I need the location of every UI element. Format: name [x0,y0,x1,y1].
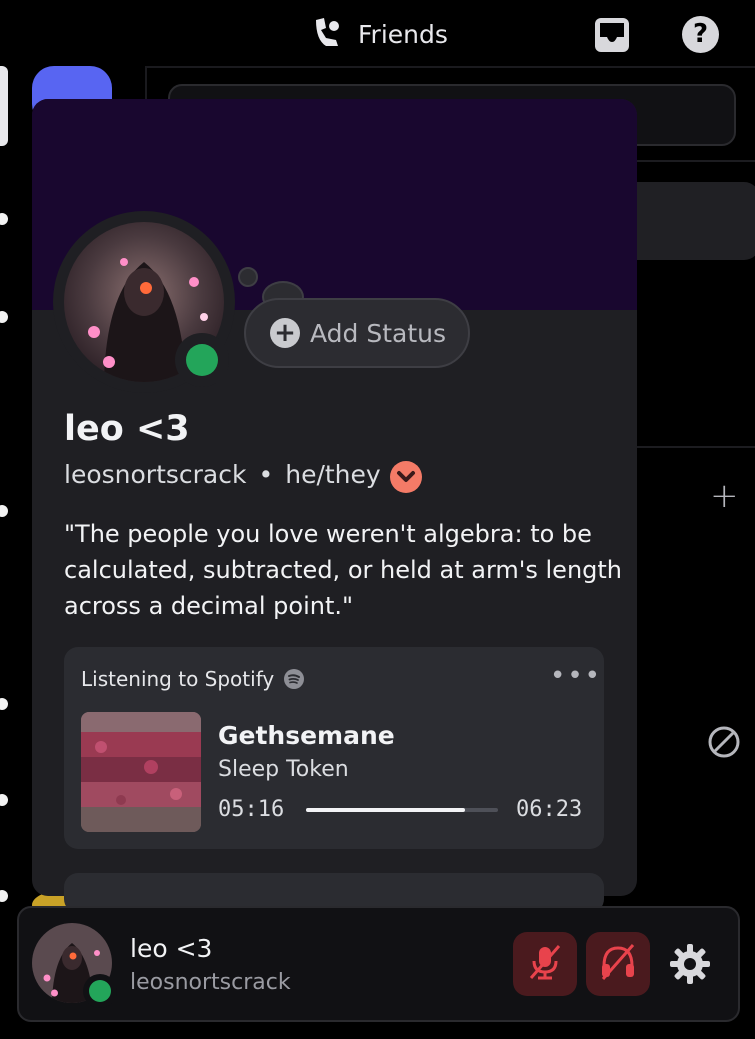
username: leosnortscrack [64,460,247,489]
display-name: leo <3 [64,409,190,449]
user-identity-line: leosnortscrack • he/they [64,460,381,489]
chevron-badge-icon[interactable] [390,461,422,493]
profile-bio: "The people you love weren't algebra: to… [64,520,623,620]
user-panel-username[interactable]: leosnortscrack [130,970,291,995]
help-icon[interactable]: ? [682,16,719,53]
track-title[interactable]: Gethsemane [218,721,395,750]
unread-indicator [0,213,8,225]
online-status-icon [186,344,218,376]
unread-indicator [0,890,8,902]
track-progress-fill [306,808,466,812]
activity-heading-label: Listening to Spotify [81,667,275,691]
online-status-icon [89,980,111,1002]
spotify-activity-card[interactable]: Listening to Spotify ••• Gethsemane Slee… [64,647,604,849]
add-status-button[interactable]: + Add Status [244,298,470,368]
friends-header[interactable]: Friends [312,16,448,52]
user-panel-display-name[interactable]: leo <3 [130,934,212,963]
friends-wave-icon [312,16,342,52]
selected-indicator [0,66,8,146]
total-time: 06:23 [516,797,583,822]
separator: • [258,460,274,489]
track-progress-bar [306,808,498,812]
track-artist[interactable]: Sleep Token [218,757,349,782]
top-bar: Friends ? [0,0,755,66]
add-status-label: Add Status [310,318,447,348]
deafen-headphones-icon [598,942,638,986]
page-title: Friends [358,19,448,49]
mute-microphone-icon [525,942,565,986]
deafen-button[interactable] [586,932,650,996]
mute-button[interactable] [513,932,577,996]
settings-gear-icon[interactable] [668,942,712,990]
plus-circle-icon: + [270,318,300,348]
pronouns: he/they [285,460,381,489]
album-art[interactable] [81,712,201,832]
status-bubble-dot [238,267,258,287]
add-icon[interactable]: + [710,476,739,516]
unread-indicator [0,311,8,323]
block-icon[interactable] [706,724,742,764]
spotify-icon [284,669,305,689]
unread-indicator [0,794,8,806]
inbox-icon[interactable] [594,17,630,57]
unread-indicator [0,505,8,517]
divider [620,446,755,448]
elapsed-time: 05:16 [218,797,285,822]
unread-indicator [0,698,8,710]
activity-heading: Listening to Spotify [81,667,305,691]
more-options-icon[interactable]: ••• [550,661,602,691]
